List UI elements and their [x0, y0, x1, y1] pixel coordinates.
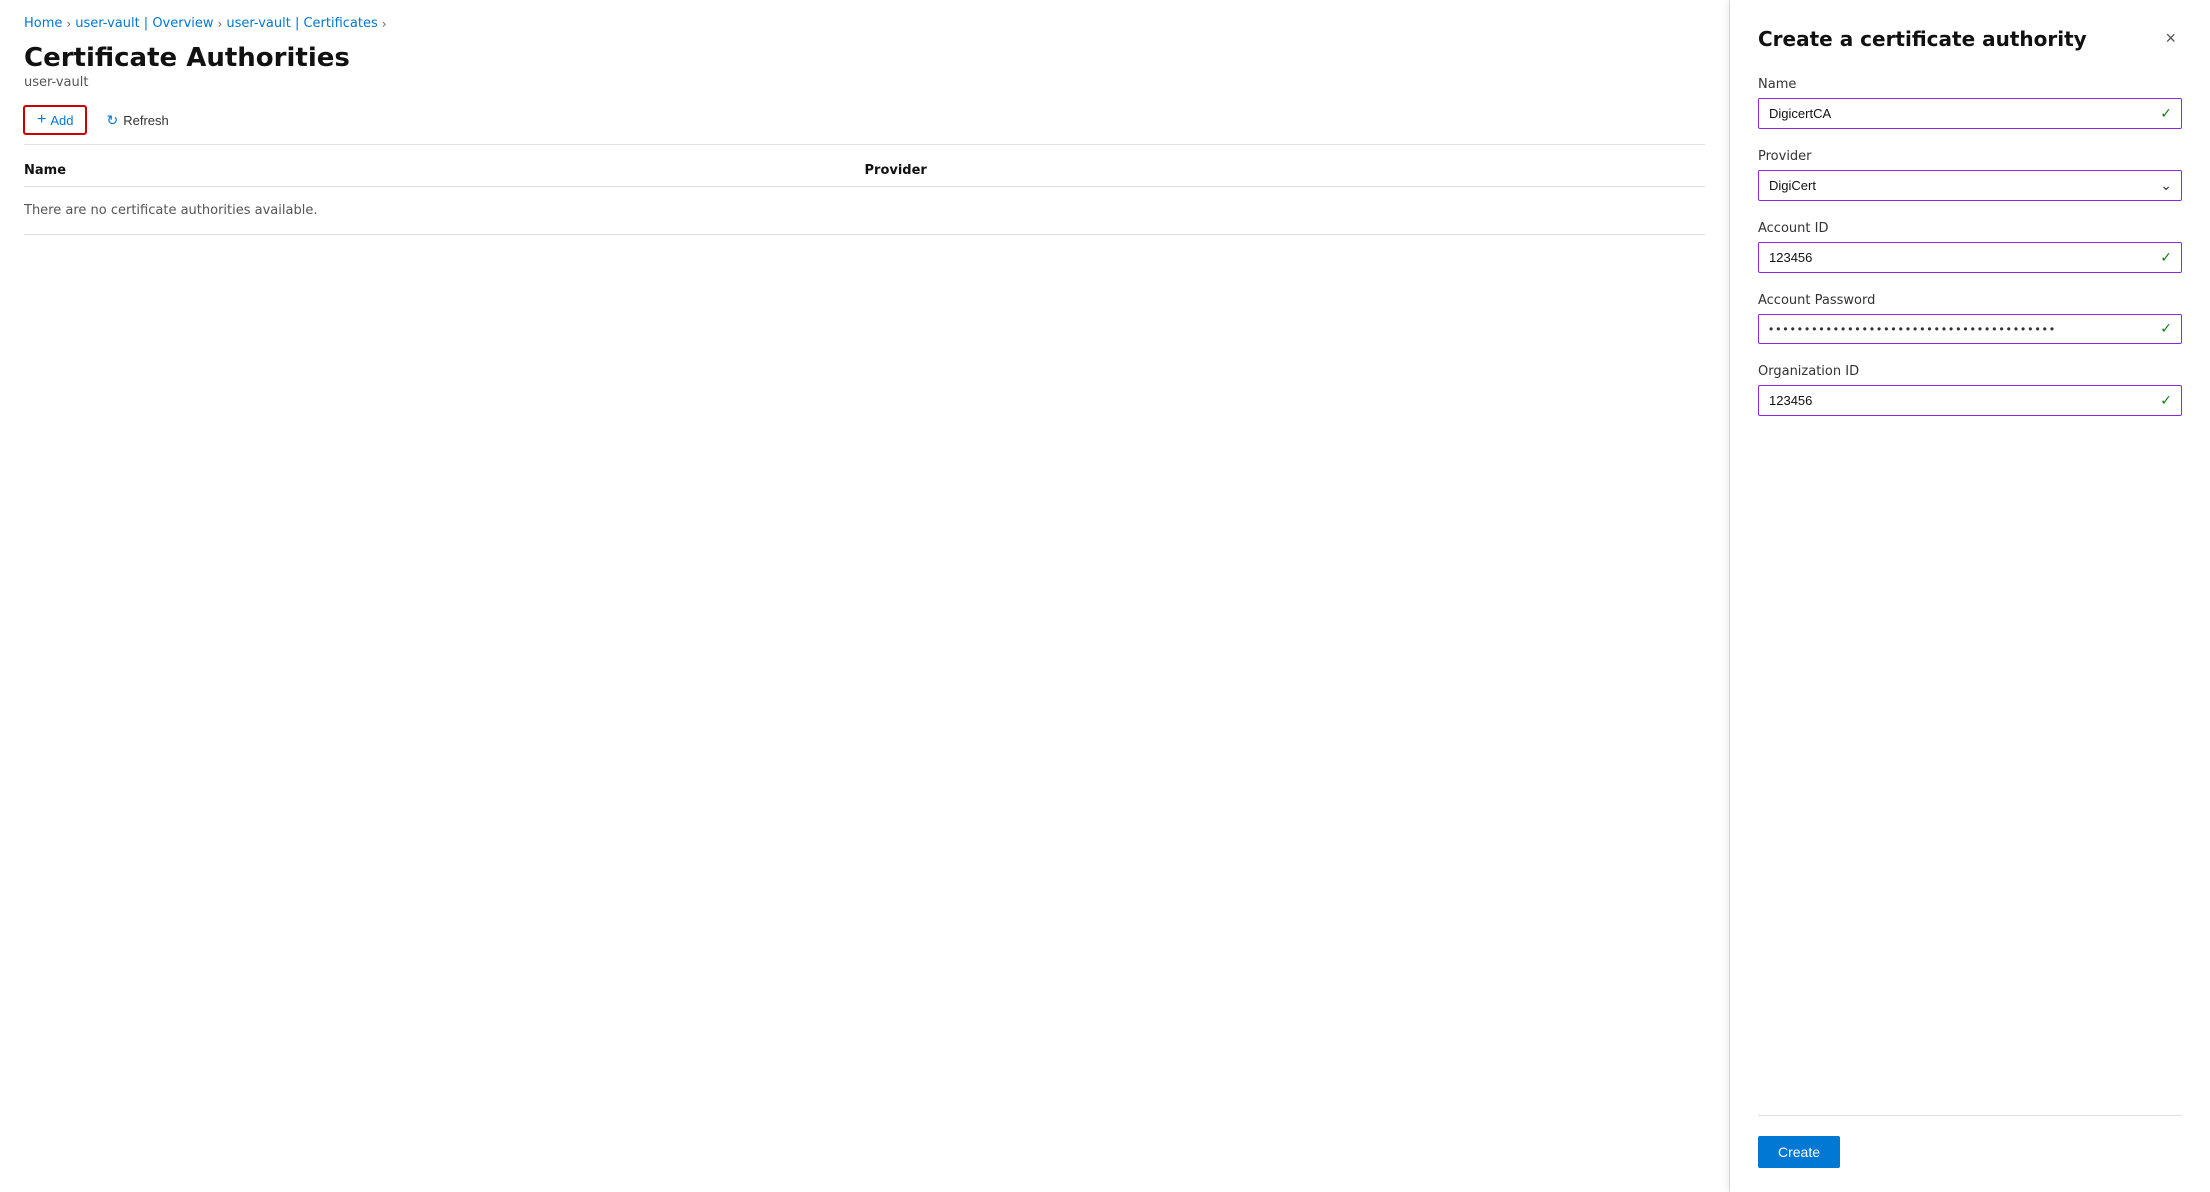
provider-select-wrapper: DigiCert GlobalSign ⌄ [1758, 170, 2182, 201]
breadcrumb-sep-2: › [218, 17, 223, 31]
panel-title: Create a certificate authority [1758, 27, 2087, 51]
breadcrumb-sep-3: › [382, 17, 387, 31]
spacer [1758, 436, 2182, 1115]
account-password-input[interactable] [1758, 314, 2182, 344]
col-header-name: Name [24, 163, 865, 178]
account-password-field-group: Account Password ✓ [1758, 293, 2182, 344]
org-id-input[interactable] [1758, 385, 2182, 416]
panel-footer: Create [1758, 1115, 2182, 1168]
empty-message: There are no certificate authorities ava… [24, 187, 1705, 235]
name-label: Name [1758, 77, 2182, 92]
refresh-icon: ↻ [106, 112, 118, 129]
close-button[interactable]: × [2159, 24, 2182, 53]
name-check-icon: ✓ [2160, 106, 2172, 122]
page-title: Certificate Authorities [24, 43, 1705, 73]
account-password-label: Account Password [1758, 293, 2182, 308]
add-button-label: Add [50, 113, 73, 128]
col-header-provider: Provider [865, 163, 1706, 178]
account-id-field-group: Account ID ✓ [1758, 221, 2182, 273]
add-button[interactable]: + Add [24, 106, 86, 134]
main-content: Home › user-vault | Overview › user-vaul… [0, 0, 1730, 1192]
org-id-field-group: Organization ID ✓ [1758, 364, 2182, 416]
provider-label: Provider [1758, 149, 2182, 164]
table-container: Name Provider There are no certificate a… [24, 155, 1705, 235]
breadcrumb-sep-1: › [66, 17, 71, 31]
account-id-check-icon: ✓ [2160, 250, 2172, 266]
table-header: Name Provider [24, 155, 1705, 187]
org-id-check-icon: ✓ [2160, 393, 2172, 409]
breadcrumb-overview[interactable]: user-vault | Overview [75, 16, 213, 31]
refresh-button[interactable]: ↻ Refresh [94, 107, 180, 134]
provider-field-group: Provider DigiCert GlobalSign ⌄ [1758, 149, 2182, 201]
page-subtitle: user-vault [24, 75, 1705, 90]
create-button[interactable]: Create [1758, 1136, 1840, 1168]
breadcrumb-home[interactable]: Home [24, 16, 62, 31]
org-id-label: Organization ID [1758, 364, 2182, 379]
name-field-group: Name ✓ [1758, 77, 2182, 129]
account-password-input-wrapper: ✓ [1758, 314, 2182, 344]
plus-icon: + [37, 112, 46, 128]
breadcrumb: Home › user-vault | Overview › user-vaul… [24, 16, 1705, 31]
panel-header: Create a certificate authority × [1758, 24, 2182, 53]
side-panel: Create a certificate authority × Name ✓ … [1730, 0, 2210, 1192]
refresh-button-label: Refresh [123, 113, 169, 128]
org-id-input-wrapper: ✓ [1758, 385, 2182, 416]
name-input-wrapper: ✓ [1758, 98, 2182, 129]
account-password-check-icon: ✓ [2160, 321, 2172, 337]
account-id-input[interactable] [1758, 242, 2182, 273]
name-input[interactable] [1758, 98, 2182, 129]
toolbar: + Add ↻ Refresh [24, 106, 1705, 145]
provider-select[interactable]: DigiCert GlobalSign [1758, 170, 2182, 201]
breadcrumb-certificates[interactable]: user-vault | Certificates [226, 16, 377, 31]
account-id-label: Account ID [1758, 221, 2182, 236]
account-id-input-wrapper: ✓ [1758, 242, 2182, 273]
